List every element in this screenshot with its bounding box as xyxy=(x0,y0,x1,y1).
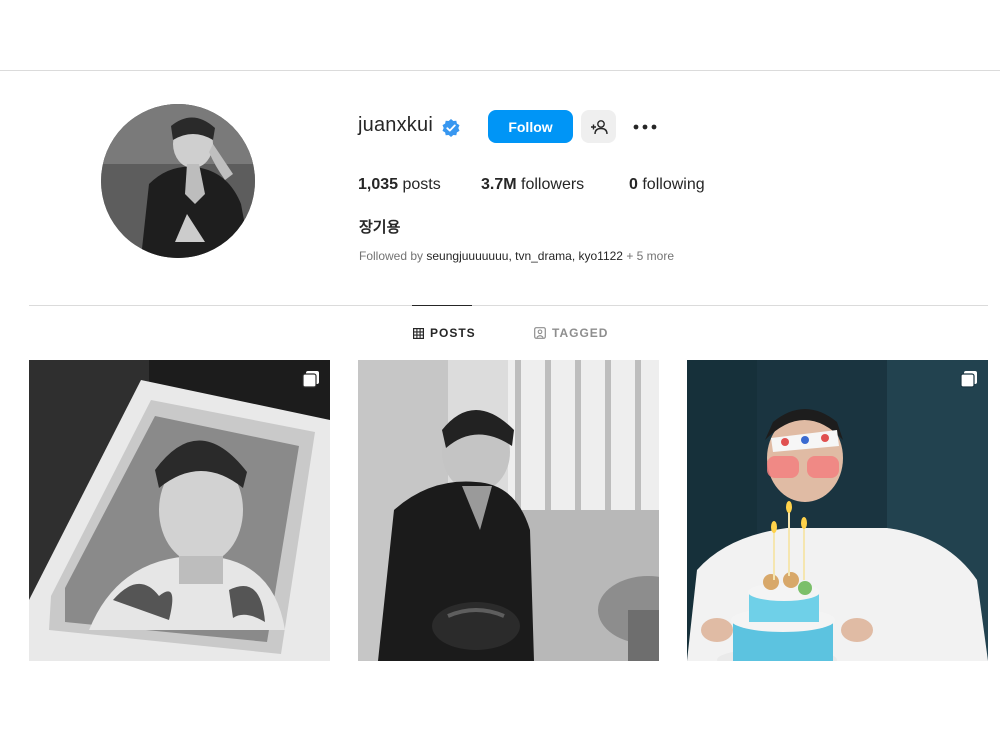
carousel-icon xyxy=(302,371,319,388)
post-image xyxy=(29,360,330,661)
post-thumbnail[interactable] xyxy=(358,360,659,661)
more-options-icon xyxy=(633,124,657,130)
more-options-button[interactable] xyxy=(630,114,660,140)
post-thumbnail[interactable] xyxy=(687,360,988,661)
followed-by-names: seungjuuuuuuu, tvn_drama, kyo1122 xyxy=(426,249,623,263)
post-image xyxy=(687,360,988,661)
active-tab-indicator xyxy=(412,305,472,306)
posts-count: 1,035 posts xyxy=(358,176,441,194)
followers-count-label: followers xyxy=(521,176,585,193)
profile-full-name: 장기용 xyxy=(359,219,401,236)
followers-count-value: 3.7M xyxy=(481,176,517,193)
followed-by-prefix: Followed by xyxy=(359,249,424,263)
follow-button[interactable]: Follow xyxy=(488,110,573,143)
followed-by[interactable]: Followed by seungjuuuuuuu, tvn_drama, ky… xyxy=(359,249,674,263)
followed-by-more: + 5 more xyxy=(626,249,675,263)
post-thumbnail[interactable] xyxy=(29,360,330,661)
suggested-users-button[interactable] xyxy=(581,110,616,143)
profile-avatar[interactable] xyxy=(101,104,255,258)
tab-posts[interactable]: POSTS xyxy=(413,326,476,340)
following-count-value: 0 xyxy=(629,176,638,193)
tabs-divider xyxy=(29,305,988,306)
tab-posts-label: POSTS xyxy=(430,326,476,340)
add-person-icon xyxy=(590,119,608,134)
following-count[interactable]: 0 following xyxy=(629,176,705,194)
verified-badge-icon xyxy=(442,119,460,137)
followers-count[interactable]: 3.7M followers xyxy=(481,176,584,194)
top-divider xyxy=(0,70,1000,71)
posts-count-label: posts xyxy=(402,176,441,193)
carousel-icon xyxy=(960,371,977,388)
tab-tagged-label: TAGGED xyxy=(552,326,609,340)
grid-icon xyxy=(413,327,424,339)
posts-count-value: 1,035 xyxy=(358,176,399,193)
tab-tagged[interactable]: TAGGED xyxy=(534,326,608,340)
post-image xyxy=(358,360,659,661)
following-count-label: following xyxy=(642,176,705,193)
tagged-icon xyxy=(534,327,546,339)
username: juanxkui xyxy=(358,114,433,136)
